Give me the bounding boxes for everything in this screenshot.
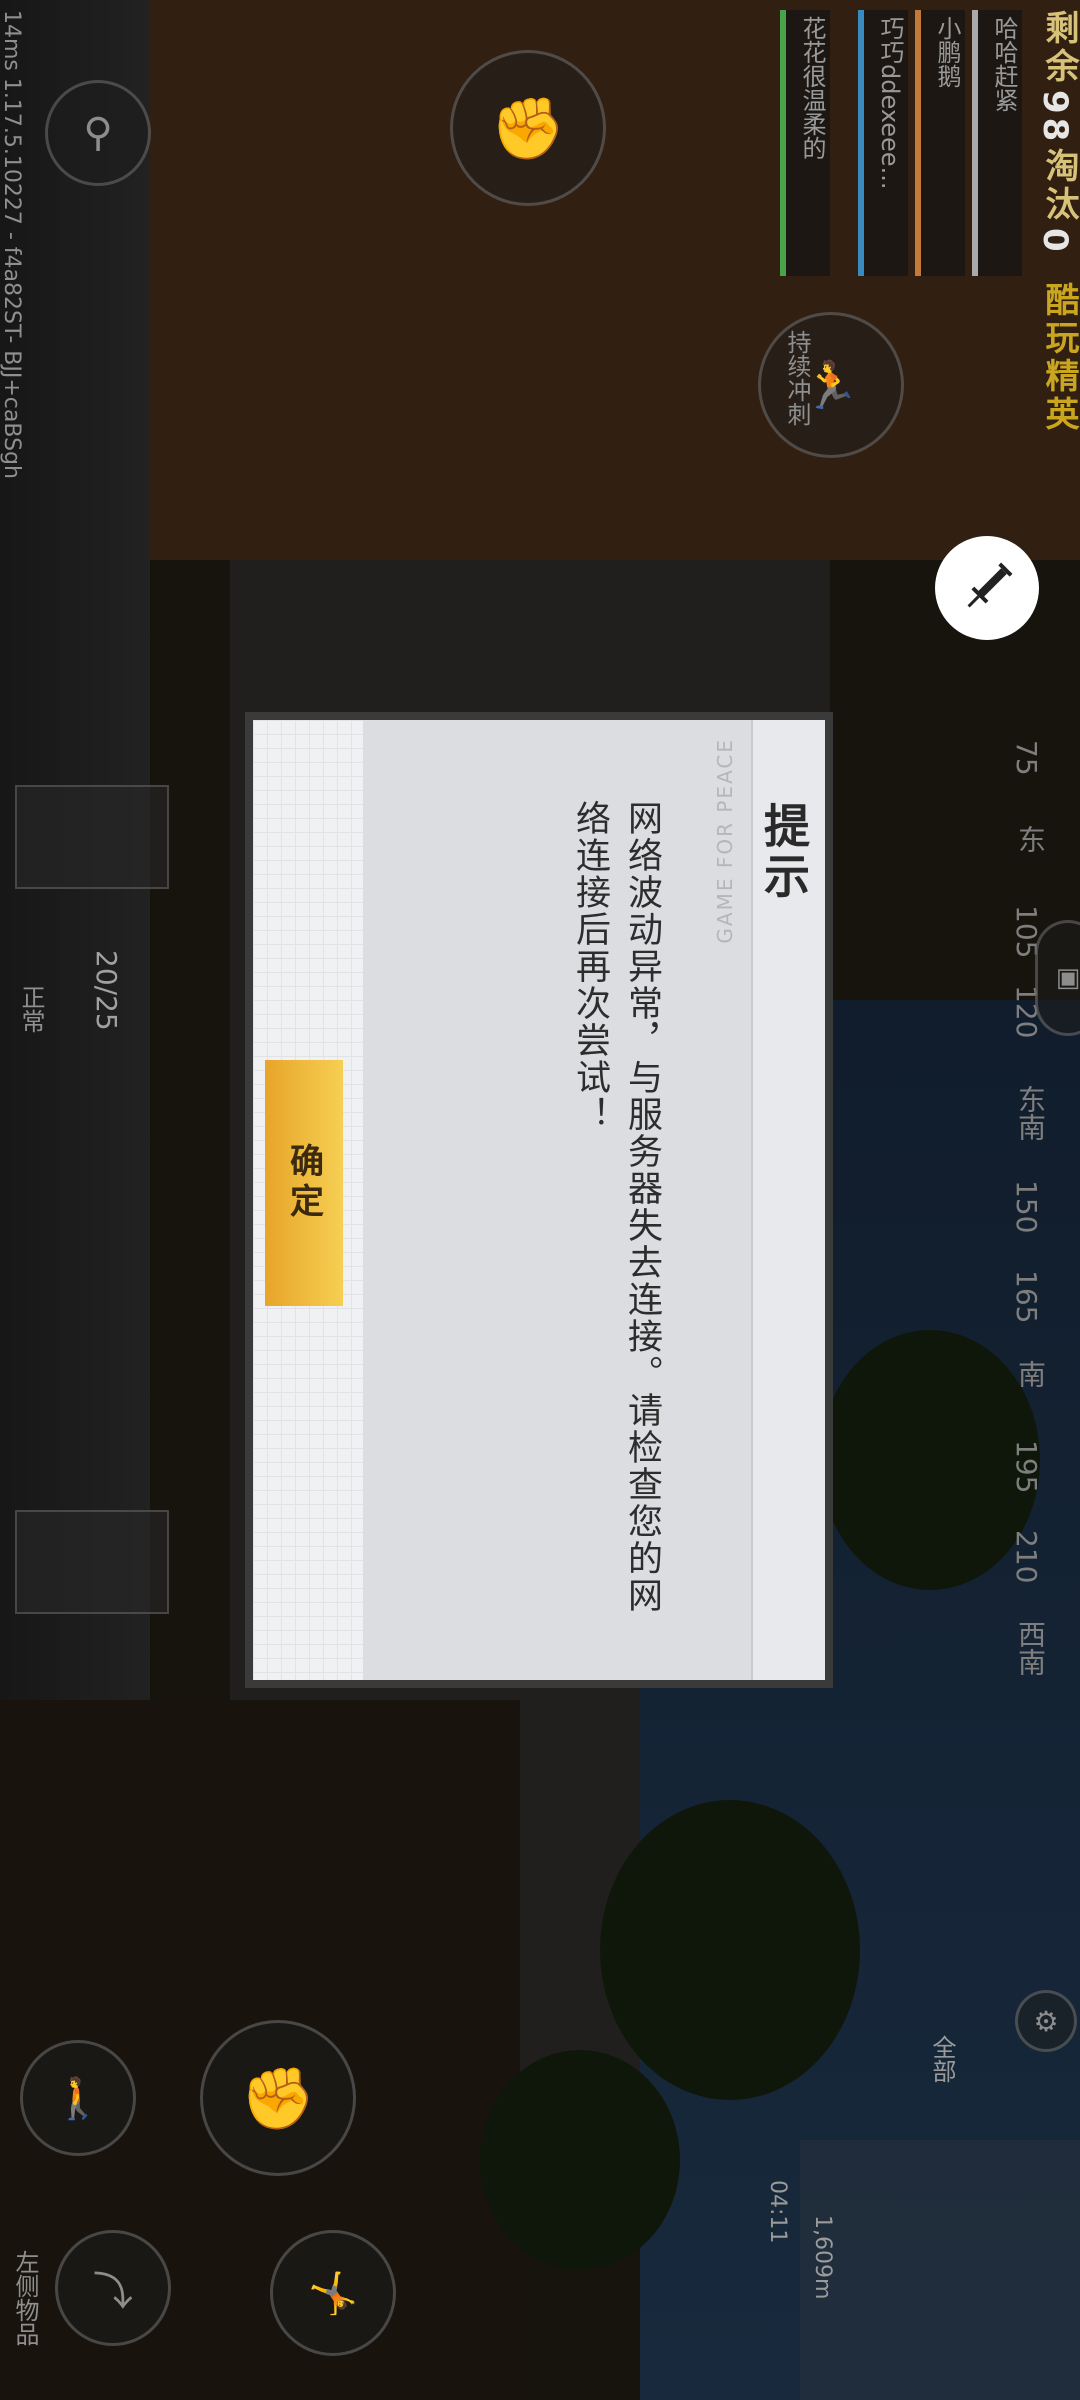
gear-icon: ⚙ [1033, 2004, 1059, 2038]
network-info: 14ms 1.17.5.10227 - f4a82ST- BJJ+caBSgh [0, 10, 24, 479]
side-tab-button[interactable]: ▣ [1035, 920, 1080, 1036]
eliminated-label: 淘汰 [1039, 148, 1079, 224]
dialog-title: 提示 [757, 802, 811, 902]
compass-tick: 南 [1014, 1360, 1047, 1388]
fist-icon: ✊ [490, 93, 566, 164]
eliminated-count: 0 [1035, 228, 1075, 256]
crouch-button[interactable]: 🚶 [20, 2040, 136, 2156]
sprint-label: 持续冲刺 [783, 330, 811, 426]
mode-label: 酷玩精英 [1039, 282, 1079, 434]
team-card: 花花很温柔的 [780, 10, 830, 276]
team-card: 哈哈赶紧 [972, 10, 1022, 276]
jump-button[interactable]: 🤸 [270, 2230, 396, 2356]
punch-button[interactable]: ✊ [450, 50, 606, 206]
dialog-message: 网络波动异常，与服务器失去连接。请检查您的网络连接后再次尝试！ [570, 800, 662, 1614]
compass-tick: 东 [1014, 825, 1047, 853]
team-card: 小鹏鹅 [915, 10, 965, 276]
item-slot[interactable] [15, 1510, 169, 1614]
dialog-panel: GAME FOR PEACE 提示 网络波动异常，与服务器失去连接。请检查您的网… [253, 720, 825, 1680]
ammo-count: 20/25 [90, 950, 123, 1031]
distance-readout: 1,609m [810, 2215, 835, 2300]
compass-tick: 195 [1010, 1440, 1043, 1494]
tab-icon: ▣ [1055, 963, 1080, 993]
fist-icon: ✊ [240, 2063, 316, 2134]
crouch-icon: 🚶 [53, 2075, 103, 2122]
prone-button[interactable]: ⤵ [55, 2230, 171, 2346]
prone-icon: ⤵ [93, 2269, 133, 2315]
settings-button[interactable]: ⚙ [1015, 1990, 1077, 2052]
team-member-name: 巧巧ddexeee... [876, 16, 904, 190]
team-member-name: 小鹏鹅 [933, 16, 961, 88]
remaining-label: 剩余 [1039, 10, 1079, 86]
remaining-count: 98 [1035, 90, 1075, 146]
team-card: 巧巧ddexeee... [858, 10, 908, 276]
backpack-icon: ⚲ [83, 110, 113, 156]
compass-tick: 210 [1010, 1530, 1043, 1584]
weapon-slot[interactable] [15, 785, 169, 889]
punch-button-left[interactable]: ✊ [200, 2020, 356, 2176]
heal-button[interactable] [935, 536, 1039, 640]
confirm-button-label: 确定 [284, 1143, 323, 1223]
minimap[interactable] [800, 2140, 1080, 2400]
all-label: 全部 [928, 2035, 956, 2083]
team-member-name: 花花很温柔的 [798, 16, 826, 160]
syringe-icon [967, 562, 1013, 608]
team-member-name: 哈哈赶紧 [990, 16, 1018, 112]
backpack-button[interactable]: ⚲ [45, 80, 151, 186]
network-error-dialog: GAME FOR PEACE 提示 网络波动异常，与服务器失去连接。请检查您的网… [245, 712, 833, 1688]
timer-readout: 04:11 [765, 2180, 790, 2244]
compass-tick: 75 [1010, 740, 1043, 776]
status-text: 正常 [17, 985, 45, 1033]
compass-tick: 西南 [1014, 1620, 1047, 1676]
compass-tick: 150 [1010, 1180, 1043, 1234]
jump-icon: 🤸 [308, 2270, 358, 2317]
compass-tick: 东南 [1014, 1085, 1047, 1141]
confirm-button[interactable]: 确定 [265, 1060, 343, 1306]
compass-tick: 165 [1010, 1270, 1043, 1324]
dialog-watermark: GAME FOR PEACE [713, 738, 737, 944]
bottom-label: 左侧物品 [11, 2250, 39, 2346]
